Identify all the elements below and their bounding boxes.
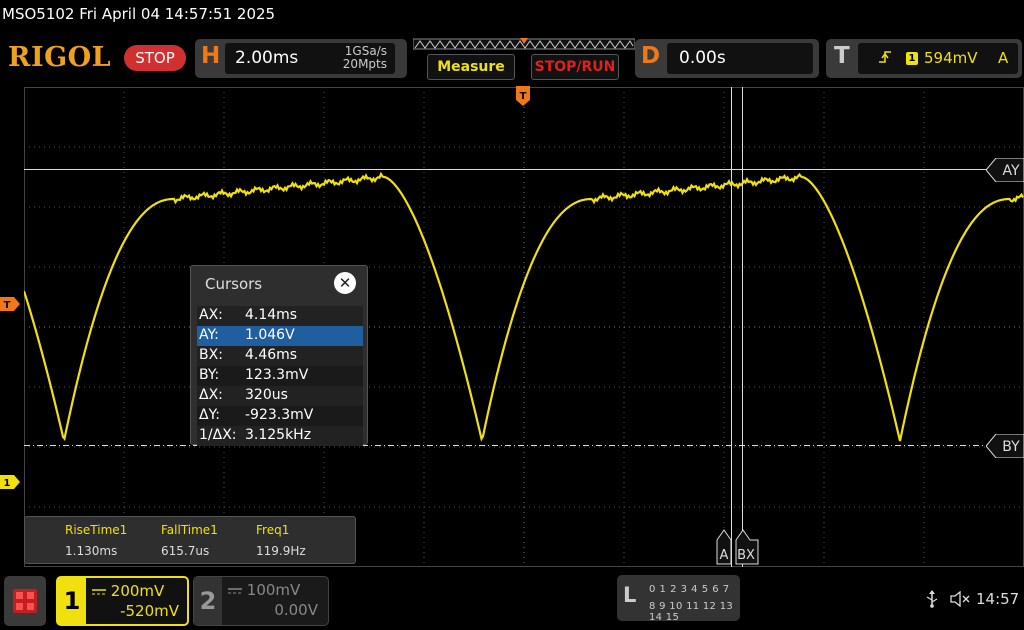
cursors-panel: Cursors ✕ AX: 4.14ms AY: 1.046V BX: 4.46ms … <box>190 265 368 446</box>
close-icon[interactable]: ✕ <box>334 272 356 294</box>
waveform-display[interactable] <box>24 87 1024 567</box>
svg-text:BX: BX <box>737 548 755 563</box>
trigger-level-marker[interactable]: T <box>0 297 20 311</box>
main-menu-button[interactable] <box>4 576 46 626</box>
logic-channels-row-2: 8 9 10 11 12 13 14 15 <box>649 601 734 623</box>
dc-coupling-icon <box>228 588 242 594</box>
memory-depth: 20Mpts <box>342 57 387 71</box>
svg-text:BY: BY <box>1002 439 1020 455</box>
menu-grid-icon <box>13 589 37 613</box>
cursor-row-ay: AY: 1.046V <box>197 326 363 346</box>
rising-edge-icon <box>878 49 892 69</box>
rigol-logo: RIGOL <box>8 42 112 73</box>
trigger-letter: T <box>834 43 850 69</box>
channel-2-panel[interactable]: 2 100mV 0.00V <box>193 576 329 626</box>
ch2-scale: 100mV <box>228 581 300 599</box>
cursor-ab-tags[interactable]: A BX <box>714 528 762 566</box>
measure-button[interactable]: Measure <box>427 54 515 80</box>
svg-text:T: T <box>520 91 527 102</box>
cursor-row-by: BY: 123.3mV <box>197 366 363 386</box>
logic-letter: L <box>623 583 637 607</box>
system-clock: 14:57 <box>976 590 1020 608</box>
cursor-by-tag[interactable]: BY <box>986 434 1024 458</box>
cursor-ay-tag[interactable]: AY <box>986 158 1024 182</box>
horizontal-panel[interactable]: H 2.00ms 1GSa/s 20Mpts <box>195 39 407 78</box>
cursor-row-dx: ΔX: 320us <box>197 386 363 406</box>
measurement-rise-time: RiseTime1 1.130ms <box>65 523 128 558</box>
svg-text:T: T <box>4 300 11 311</box>
svg-text:1: 1 <box>4 478 11 489</box>
run-state-badge[interactable]: STOP <box>124 45 186 71</box>
trigger-source: 1 <box>906 52 918 65</box>
speaker-muted-icon[interactable] <box>950 591 972 607</box>
trigger-position-marker[interactable]: T <box>516 86 530 110</box>
stop-run-button[interactable]: STOP/RUN <box>531 54 619 80</box>
ch1-number: 1 <box>58 578 86 624</box>
trigger-level: 594mV <box>924 49 978 67</box>
cursor-row-dy: ΔY: -923.3mV <box>197 406 363 426</box>
channel-1-panel[interactable]: 1 200mV -520mV <box>56 576 189 626</box>
svg-text:AY: AY <box>1002 163 1019 179</box>
sample-rate: 1GSa/s <box>344 44 387 58</box>
ch1-scale: 200mV <box>92 582 164 600</box>
cursor-row-bx: BX: 4.46ms <box>197 346 363 366</box>
logic-channels-row-1: 0 1 2 3 4 5 6 7 <box>649 584 730 595</box>
waveform-position-bar <box>413 38 635 50</box>
ch1-ground-marker[interactable]: 1 <box>0 475 20 489</box>
cursor-row-ax: AX: 4.14ms <box>197 306 363 326</box>
measurement-results-panel: RiseTime1 1.130ms FallTime1 615.7us Freq… <box>24 516 356 564</box>
trigger-mode: A <box>998 49 1009 67</box>
svg-text:A: A <box>720 548 729 563</box>
timebase-value: 2.00ms <box>235 48 299 68</box>
measurement-fall-time: FallTime1 615.7us <box>161 523 218 558</box>
logic-analyzer-panel[interactable]: L 0 1 2 3 4 5 6 7 8 9 10 11 12 13 14 15 <box>617 575 740 623</box>
measurement-freq: Freq1 119.9Hz <box>256 523 306 558</box>
ch1-offset: -520mV <box>120 602 179 620</box>
delay-letter: D <box>641 43 661 69</box>
horizontal-letter: H <box>201 43 221 69</box>
cursors-title: Cursors <box>205 275 263 293</box>
delay-panel[interactable]: D 0.00s <box>635 39 819 78</box>
trigger-panel[interactable]: T 1 594mV A <box>826 39 1022 78</box>
ch2-number: 2 <box>194 577 222 625</box>
ch2-offset: 0.00V <box>274 601 318 619</box>
delay-value: 0.00s <box>679 48 726 68</box>
graticule <box>24 87 1024 567</box>
top-info-line: MSO5102 Fri April 04 14:57:51 2025 <box>2 5 276 23</box>
usb-icon <box>926 590 938 608</box>
dc-coupling-icon <box>92 589 106 595</box>
cursor-row-inv-dx: 1/ΔX: 3.125kHz <box>197 426 363 446</box>
